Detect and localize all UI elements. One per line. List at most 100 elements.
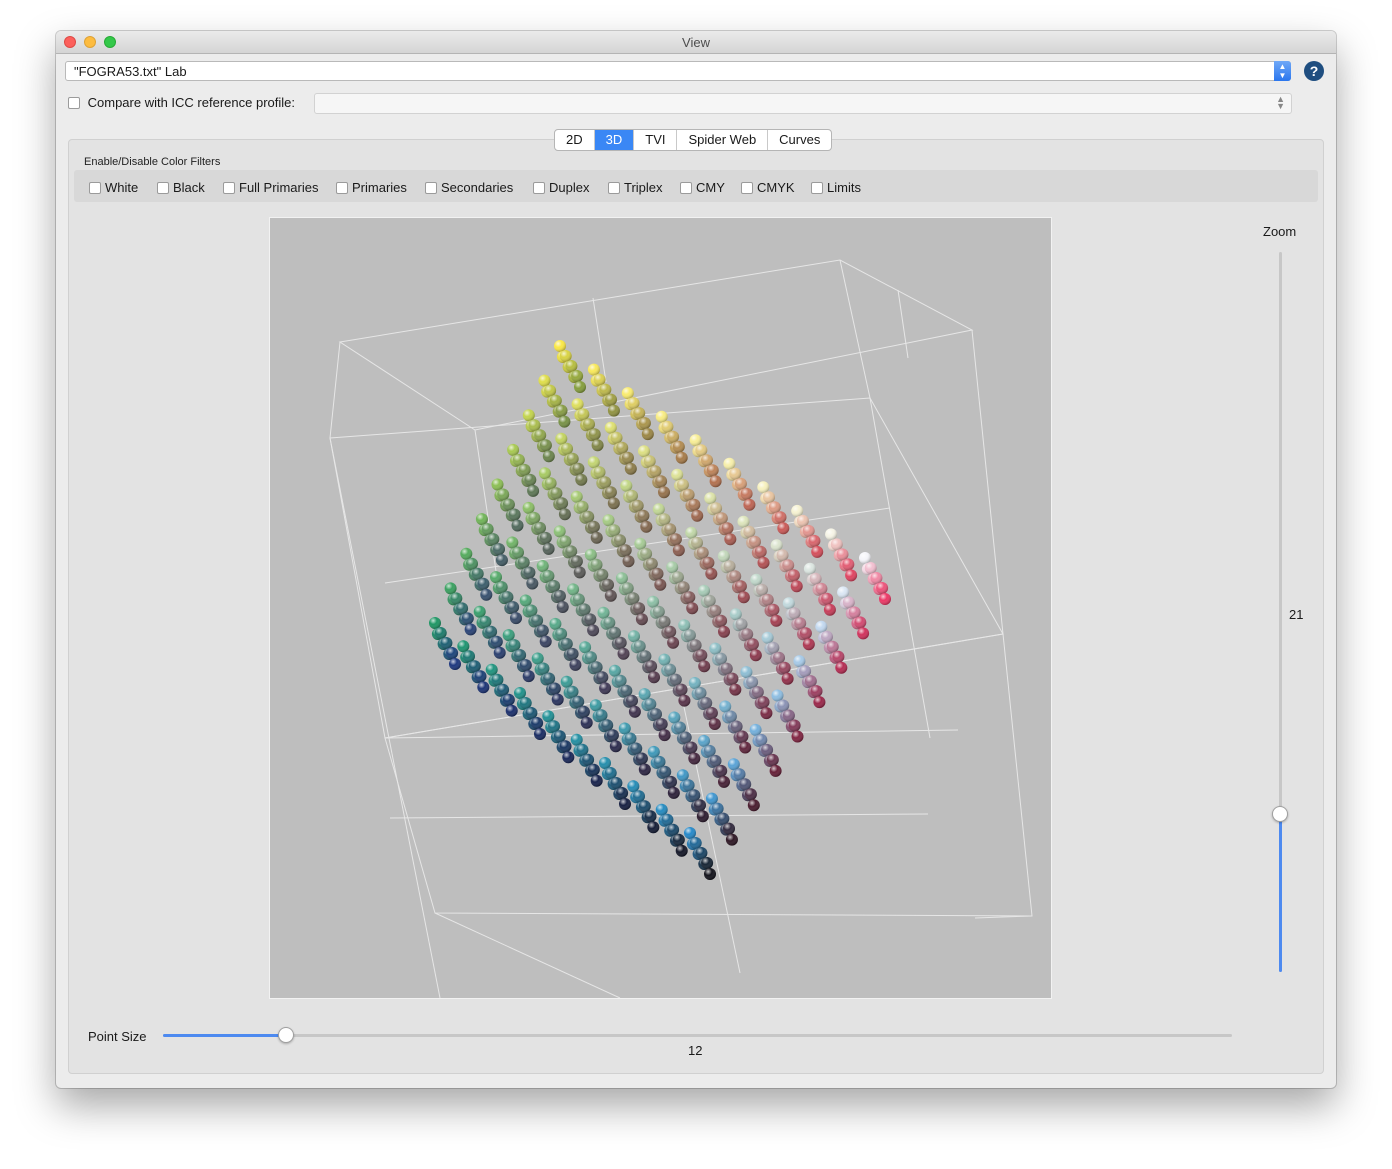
color-point-shading xyxy=(510,612,522,625)
color-point-shading xyxy=(706,464,719,477)
filter-checkbox[interactable] xyxy=(336,181,348,194)
color-point-shading xyxy=(651,567,664,580)
color-point-shading xyxy=(619,544,632,557)
color-point-shading xyxy=(604,486,617,499)
filter-cmyk[interactable]: CMYK xyxy=(741,179,795,195)
color-point-shading xyxy=(609,740,622,753)
point-size-slider[interactable] xyxy=(163,1027,1232,1043)
gamut-3d-view[interactable] xyxy=(269,217,1052,999)
gamut-3d-canvas[interactable] xyxy=(270,218,1051,998)
color-point-shading xyxy=(527,484,540,497)
color-point-shading xyxy=(570,490,583,503)
filter-duplex[interactable]: Duplex xyxy=(533,179,589,195)
color-point-shading xyxy=(645,660,658,673)
color-point-shading xyxy=(705,567,718,580)
color-point-shading xyxy=(602,514,615,527)
filter-cmy[interactable]: CMY xyxy=(680,179,725,195)
color-point-shading xyxy=(534,728,546,740)
color-point-shading xyxy=(730,720,743,733)
color-point-shading xyxy=(781,672,794,685)
filter-checkbox[interactable] xyxy=(608,181,620,194)
filter-checkbox[interactable] xyxy=(533,181,545,194)
filter-checkbox[interactable] xyxy=(425,181,437,194)
color-point-shading xyxy=(562,751,575,764)
color-point-shading xyxy=(590,774,603,787)
filter-checkbox[interactable] xyxy=(157,181,169,194)
color-point-shading xyxy=(493,646,506,659)
zoom-slider-handle[interactable] xyxy=(1272,805,1288,822)
filter-black[interactable]: Black xyxy=(157,179,205,195)
filter-checkbox[interactable] xyxy=(680,181,692,194)
color-point-shading xyxy=(832,650,845,663)
filter-triplex[interactable]: Triplex xyxy=(608,179,663,195)
color-point-shading xyxy=(587,763,600,776)
zoom-value: 21 xyxy=(1289,607,1304,622)
color-point-shading xyxy=(559,535,572,548)
filters-title: Enable/Disable Color Filters xyxy=(84,156,221,168)
filter-checkbox[interactable] xyxy=(223,181,235,194)
color-point-shading xyxy=(621,451,634,464)
reference-profile-select[interactable]: ▲ ▼ xyxy=(314,93,1292,114)
color-point-shading xyxy=(823,603,836,616)
filter-white[interactable]: White xyxy=(89,179,138,195)
color-point-shading xyxy=(757,556,770,569)
filter-label: Full Primaries xyxy=(239,180,319,196)
color-point-shading xyxy=(703,744,716,757)
color-point-shading xyxy=(534,521,546,534)
filter-secondaries[interactable]: Secondaries xyxy=(425,179,513,195)
color-point-shading xyxy=(544,477,557,490)
color-point-shading xyxy=(573,566,586,579)
tab-spider-web[interactable]: Spider Web xyxy=(676,130,767,150)
color-point-shading xyxy=(597,606,610,619)
compare-checkbox[interactable] xyxy=(68,96,80,109)
color-point-shading xyxy=(757,696,770,709)
color-point-shading xyxy=(588,428,601,441)
color-point-shading xyxy=(788,719,801,732)
color-point-shading xyxy=(548,682,561,695)
color-point-shading xyxy=(766,753,779,766)
filter-full-primaries[interactable]: Full Primaries xyxy=(223,179,318,195)
file-select[interactable]: "FOGRA53.txt" Lab ▲ ▼ xyxy=(65,61,1291,81)
color-point-shading xyxy=(505,704,518,717)
question-icon[interactable]: ? xyxy=(1304,61,1324,81)
color-point-shading xyxy=(743,498,756,511)
color-point-shading xyxy=(648,671,660,684)
filter-checkbox[interactable] xyxy=(741,181,753,194)
color-point-shading xyxy=(519,659,532,672)
compare-row: Compare with ICC reference profile: xyxy=(68,94,295,112)
color-point-shading xyxy=(685,741,698,754)
tab-2d[interactable]: 2D xyxy=(555,130,594,150)
color-point-shading xyxy=(480,588,493,601)
zoom-slider[interactable] xyxy=(1272,252,1288,972)
filter-limits[interactable]: Limits xyxy=(811,179,861,195)
color-point-shading xyxy=(522,670,535,683)
filter-label: Duplex xyxy=(549,180,590,196)
color-point-shading xyxy=(667,636,680,649)
color-point-shading xyxy=(548,720,560,733)
filter-checkbox[interactable] xyxy=(89,181,101,194)
window-title: View xyxy=(682,35,710,50)
point-size-slider-handle[interactable] xyxy=(277,1027,294,1043)
color-point-shading xyxy=(616,787,629,799)
tab-tvi[interactable]: TVI xyxy=(633,130,676,150)
tab-curves[interactable]: Curves xyxy=(767,130,831,150)
color-point-shading xyxy=(572,462,585,475)
filter-primaries[interactable]: Primaries xyxy=(336,179,407,195)
color-point-shading xyxy=(507,601,520,614)
compare-label: Compare with ICC reference profile: xyxy=(87,95,295,111)
color-point-shading xyxy=(574,381,586,393)
color-point-shading xyxy=(635,613,648,626)
color-point-shading xyxy=(726,672,739,685)
color-point-shading xyxy=(638,763,651,776)
filter-checkbox[interactable] xyxy=(811,181,823,194)
tab-3d[interactable]: 3D xyxy=(593,130,634,150)
color-point-shading xyxy=(575,473,588,486)
point-size-value: 12 xyxy=(688,1043,703,1058)
color-point-shading xyxy=(702,556,715,569)
color-point-shading xyxy=(876,582,889,594)
color-point-shading xyxy=(715,764,728,777)
color-point-shading xyxy=(688,498,701,511)
color-point-shading xyxy=(749,649,762,662)
color-point-shading xyxy=(614,636,627,649)
color-point-shading xyxy=(508,508,521,521)
